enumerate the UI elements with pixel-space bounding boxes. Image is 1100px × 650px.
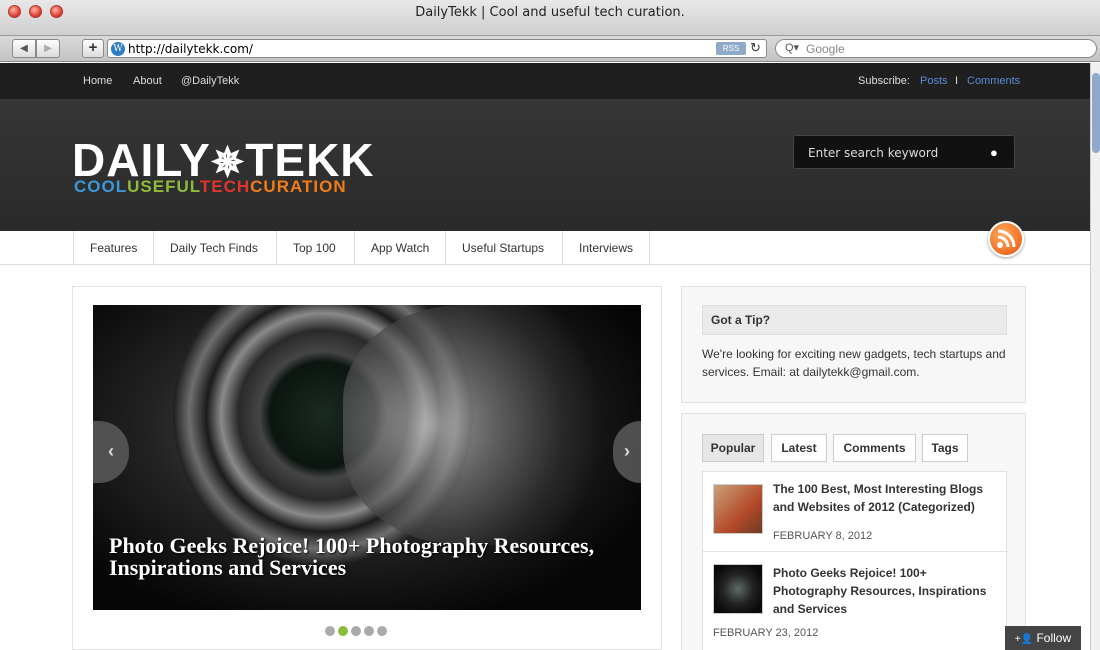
slider-prev-button[interactable]: ‹ — [93, 421, 129, 483]
post-date: FEBRUARY 23, 2012 — [713, 627, 819, 639]
back-arrow-icon: ◀ — [20, 43, 28, 54]
site-search-input[interactable]: Enter search keyword ● — [793, 135, 1015, 169]
list-item[interactable]: Photo Geeks Rejoice! 100+ Photography Re… — [703, 552, 1008, 650]
slider-dot[interactable] — [325, 626, 335, 636]
nav-daily-tech-finds[interactable]: Daily Tech Finds — [153, 231, 274, 265]
url-text[interactable]: http://dailytekk.com/ — [128, 42, 253, 56]
slider-dot[interactable] — [351, 626, 361, 636]
subscribe-comments-link[interactable]: Comments — [967, 75, 1020, 87]
nav-top-100[interactable]: Top 100 — [276, 231, 352, 265]
tagline-curation: CURATION — [250, 177, 347, 196]
subscribe-posts-link[interactable]: Posts — [920, 75, 948, 87]
browser-window: DailyTekk | Cool and useful tech curatio… — [0, 0, 1100, 650]
site-top-bar: Home About @DailyTekk Subscribe: Posts I… — [0, 63, 1090, 99]
tip-widget: Got a Tip? We're looking for exciting ne… — [681, 286, 1026, 403]
follow-user-icon: +👤 — [1014, 634, 1034, 645]
search-placeholder: Google — [806, 42, 845, 56]
top-link-about[interactable]: About — [133, 75, 162, 87]
post-thumbnail[interactable] — [713, 484, 763, 534]
vertical-scrollbar[interactable] — [1090, 63, 1100, 650]
back-button[interactable]: ◀ — [12, 39, 36, 58]
slider-dot[interactable] — [364, 626, 374, 636]
nav-useful-startups[interactable]: Useful Startups — [445, 231, 560, 265]
rss-button[interactable]: RSS — [716, 42, 746, 55]
forward-arrow-icon: ▶ — [44, 43, 52, 54]
logo-tagline: COOLUSEFULTECHCURATION — [74, 177, 347, 197]
browser-toolbar: ◀ ▶ + W http://dailytekk.com/ RSS ↻ Q▾ G… — [0, 36, 1100, 62]
scrollbar-thumb[interactable] — [1092, 73, 1100, 153]
tab-comments[interactable]: Comments — [833, 434, 916, 462]
subscribe-separator: I — [955, 75, 959, 87]
tip-heading: Got a Tip? — [702, 305, 1007, 335]
list-item[interactable]: The 100 Best, Most Interesting Blogs and… — [703, 472, 1008, 552]
slide-caption[interactable]: Photo Geeks Rejoice! 100+ Photography Re… — [109, 535, 629, 579]
nav-app-watch[interactable]: App Watch — [354, 231, 445, 265]
search-icon[interactable]: ● — [990, 145, 998, 160]
subscribe-label: Subscribe: — [858, 75, 910, 87]
post-title[interactable]: The 100 Best, Most Interesting Blogs and… — [773, 480, 998, 516]
camera-body-graphic — [343, 305, 641, 545]
slider-dot[interactable] — [377, 626, 387, 636]
address-bar[interactable]: W http://dailytekk.com/ RSS ↻ — [107, 39, 767, 58]
tab-popular[interactable]: Popular — [702, 434, 764, 462]
top-link-twitter[interactable]: @DailyTekk — [181, 75, 239, 87]
slider-dot-active[interactable] — [338, 626, 348, 636]
forward-button[interactable]: ▶ — [36, 39, 60, 58]
post-thumbnail[interactable] — [713, 564, 763, 614]
tagline-useful: USEFUL — [127, 177, 200, 196]
rss-feed-icon[interactable] — [988, 221, 1024, 257]
title-bar: DailyTekk | Cool and useful tech curatio… — [0, 0, 1100, 36]
posts-tabs-widget: Popular Latest Comments Tags The 100 Bes… — [681, 413, 1026, 650]
wordpress-favicon-icon: W — [111, 42, 125, 56]
site-search-placeholder: Enter search keyword — [808, 146, 939, 160]
tab-tags[interactable]: Tags — [922, 434, 968, 462]
tagline-cool: COOL — [74, 177, 128, 196]
tagline-tech: TECH — [199, 177, 251, 196]
window-title: DailyTekk | Cool and useful tech curatio… — [415, 5, 685, 20]
browser-search-field[interactable]: Q▾ Google — [775, 39, 1097, 58]
follow-button[interactable]: +👤 Follow — [1005, 626, 1081, 650]
post-list: The 100 Best, Most Interesting Blogs and… — [702, 471, 1008, 650]
post-title[interactable]: Photo Geeks Rejoice! 100+ Photography Re… — [773, 564, 998, 618]
featured-slide-image[interactable]: ‹ › Photo Geeks Rejoice! 100+ Photograph… — [93, 305, 641, 610]
top-link-home[interactable]: Home — [83, 75, 112, 87]
slider-dots — [325, 623, 390, 641]
reload-icon[interactable]: ↻ — [750, 40, 761, 56]
tab-latest[interactable]: Latest — [771, 434, 827, 462]
site-header: DAILY✵TEKK COOLUSEFULTECHCURATION Enter … — [0, 99, 1090, 231]
rss-waves-icon — [997, 229, 1016, 248]
post-date: FEBRUARY 8, 2012 — [773, 530, 873, 542]
tip-text: We're looking for exciting new gadgets, … — [702, 347, 1006, 379]
search-icon: Q▾ — [785, 42, 800, 54]
nav-features[interactable]: Features — [73, 231, 153, 265]
add-bookmark-button[interactable]: + — [82, 39, 104, 58]
page-viewport: Home About @DailyTekk Subscribe: Posts I… — [0, 63, 1090, 650]
main-navigation: Features Daily Tech Finds Top 100 App Wa… — [0, 231, 1090, 265]
follow-label: Follow — [1036, 631, 1072, 645]
featured-slider-box: ‹ › Photo Geeks Rejoice! 100+ Photograph… — [72, 286, 662, 650]
nav-interviews[interactable]: Interviews — [562, 231, 651, 265]
